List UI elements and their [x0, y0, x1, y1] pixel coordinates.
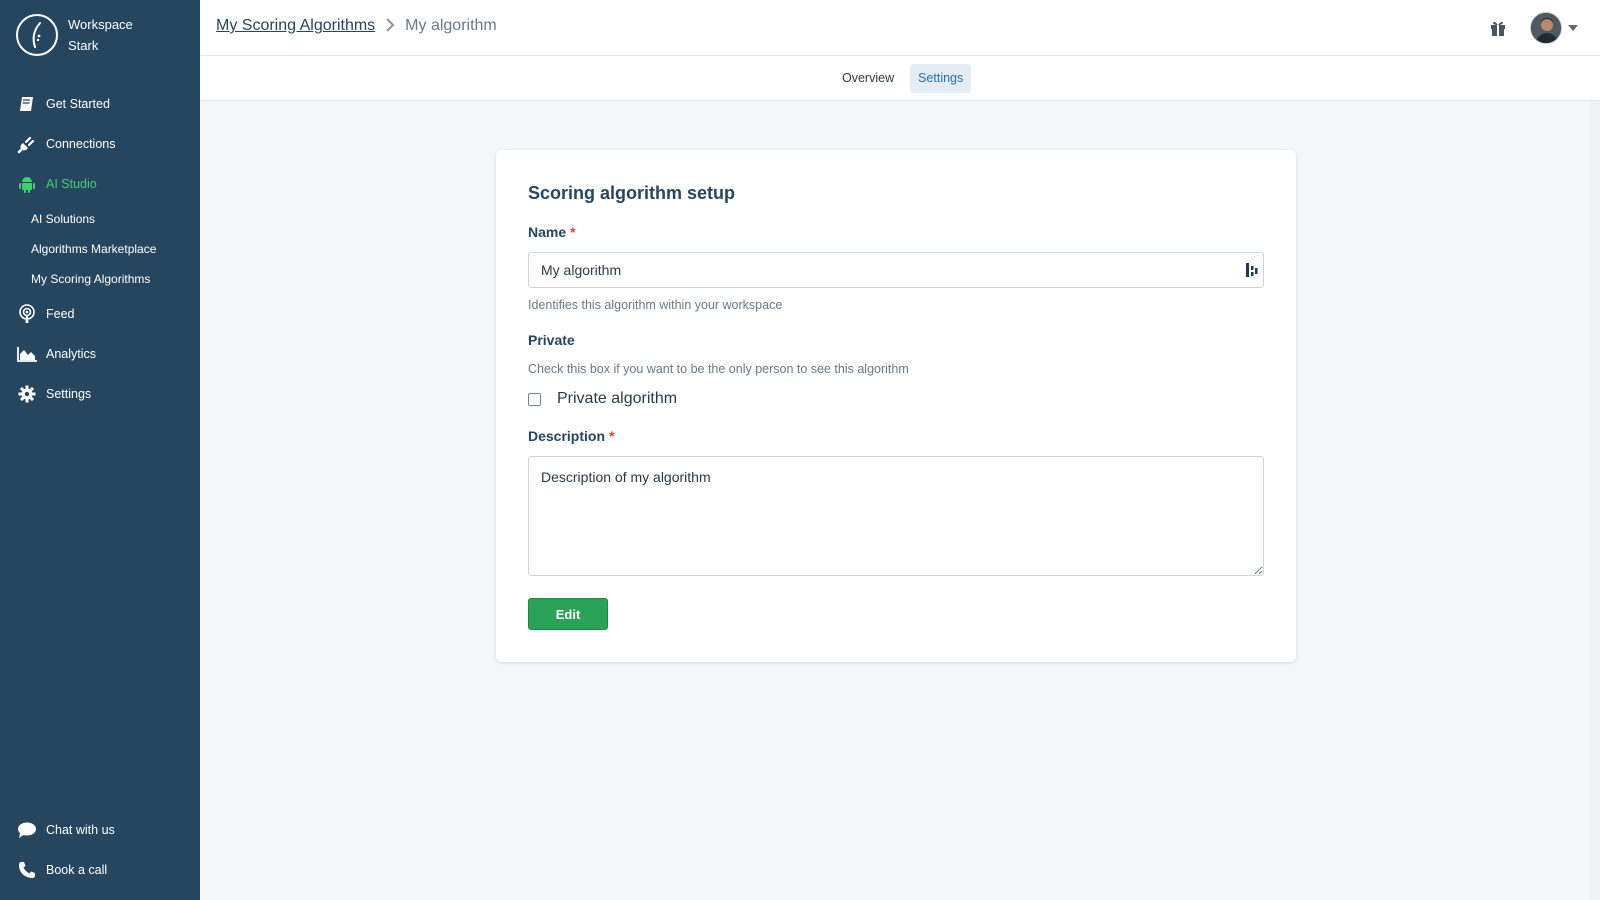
- chat-with-us-link[interactable]: Chat with us: [0, 810, 200, 850]
- name-input[interactable]: [528, 252, 1264, 288]
- sidebar-item-label: Settings: [46, 387, 92, 401]
- workspace-name: Stark: [68, 38, 99, 53]
- sidebar-item-label: Connections: [46, 137, 116, 151]
- book-a-call-link[interactable]: Book a call: [0, 850, 200, 890]
- required-mark: *: [609, 428, 615, 444]
- sidebar-item-connections[interactable]: Connections: [0, 124, 200, 164]
- name-label: Name *: [528, 224, 576, 240]
- logo-icon: [16, 14, 58, 56]
- breadcrumb-link-my-scoring-algorithms[interactable]: My Scoring Algorithms: [216, 17, 375, 35]
- password-manager-icon[interactable]: [1246, 262, 1258, 278]
- chevron-down-icon[interactable]: [1568, 25, 1578, 31]
- workspace-label: Workspace: [68, 17, 133, 32]
- private-checkbox[interactable]: [528, 392, 541, 406]
- tab-overview[interactable]: Overview: [834, 64, 902, 93]
- phone-icon: [16, 860, 38, 880]
- gear-icon: [16, 384, 38, 404]
- private-help-text: Check this box if you want to be the onl…: [528, 362, 909, 376]
- scrollbar[interactable]: [1590, 101, 1600, 900]
- android-icon: [16, 174, 38, 194]
- gift-icon[interactable]: [1488, 18, 1508, 38]
- header-actions: [1488, 12, 1578, 44]
- edit-button[interactable]: Edit: [528, 598, 608, 630]
- tab-list: Overview Settings: [834, 64, 979, 93]
- private-checkbox-row[interactable]: Private algorithm: [528, 390, 677, 408]
- tab-settings[interactable]: Settings: [910, 64, 972, 93]
- sidebar-subitem-ai-solutions[interactable]: AI Solutions: [0, 204, 200, 234]
- user-avatar[interactable]: [1530, 12, 1562, 44]
- sidebar-item-settings[interactable]: Settings: [0, 374, 200, 414]
- sidebar-item-label: Book a call: [46, 863, 108, 877]
- sidebar-subitem-algorithms-marketplace[interactable]: Algorithms Marketplace: [0, 234, 200, 264]
- name-help-text: Identifies this algorithm within your wo…: [528, 298, 783, 312]
- breadcrumb: My Scoring Algorithms My algorithm: [216, 17, 497, 35]
- book-icon: [16, 94, 38, 114]
- sidebar-item-ai-studio[interactable]: AI Studio: [0, 164, 200, 204]
- sidebar: Workspace Stark Get Started Connections …: [0, 0, 200, 900]
- top-header: My Scoring Algorithms My algorithm: [200, 0, 1600, 56]
- chevron-right-icon: [385, 17, 395, 35]
- sidebar-item-label: Get Started: [46, 97, 110, 111]
- sidebar-item-label: Analytics: [46, 347, 97, 361]
- podcast-icon: [16, 304, 38, 324]
- required-mark: *: [570, 224, 576, 240]
- description-label-text: Description: [528, 428, 606, 444]
- private-label: Private: [528, 332, 575, 348]
- area-chart-icon: [16, 344, 38, 364]
- sidebar-item-label: Chat with us: [46, 823, 115, 837]
- chat-icon: [16, 820, 38, 840]
- workspace-brand[interactable]: Workspace Stark: [16, 14, 133, 56]
- sidebar-item-feed[interactable]: Feed: [0, 294, 200, 334]
- sidebar-item-analytics[interactable]: Analytics: [0, 334, 200, 374]
- description-textarea[interactable]: Description of my algorithm: [528, 456, 1264, 576]
- sidebar-bottom: Chat with us Book a call: [0, 810, 200, 890]
- algorithm-setup-card: Scoring algorithm setup Name* Identifies…: [496, 150, 1296, 662]
- private-checkbox-label[interactable]: Private algorithm: [557, 390, 677, 408]
- sidebar-item-label: AI Studio: [46, 177, 97, 191]
- sidebar-subitem-my-scoring-algorithms[interactable]: My Scoring Algorithms: [0, 264, 200, 294]
- description-label: Description *: [528, 428, 614, 444]
- sidebar-item-get-started[interactable]: Get Started: [0, 84, 200, 124]
- sidebar-nav: Get Started Connections AI Studio AI Sol…: [0, 84, 200, 414]
- plug-icon: [16, 134, 38, 154]
- card-title: Scoring algorithm setup: [528, 183, 736, 203]
- name-label-text: Name: [528, 224, 567, 240]
- breadcrumb-current: My algorithm: [405, 17, 497, 34]
- tabs-bar: Overview Settings: [200, 56, 1600, 101]
- sidebar-item-label: Feed: [46, 307, 75, 321]
